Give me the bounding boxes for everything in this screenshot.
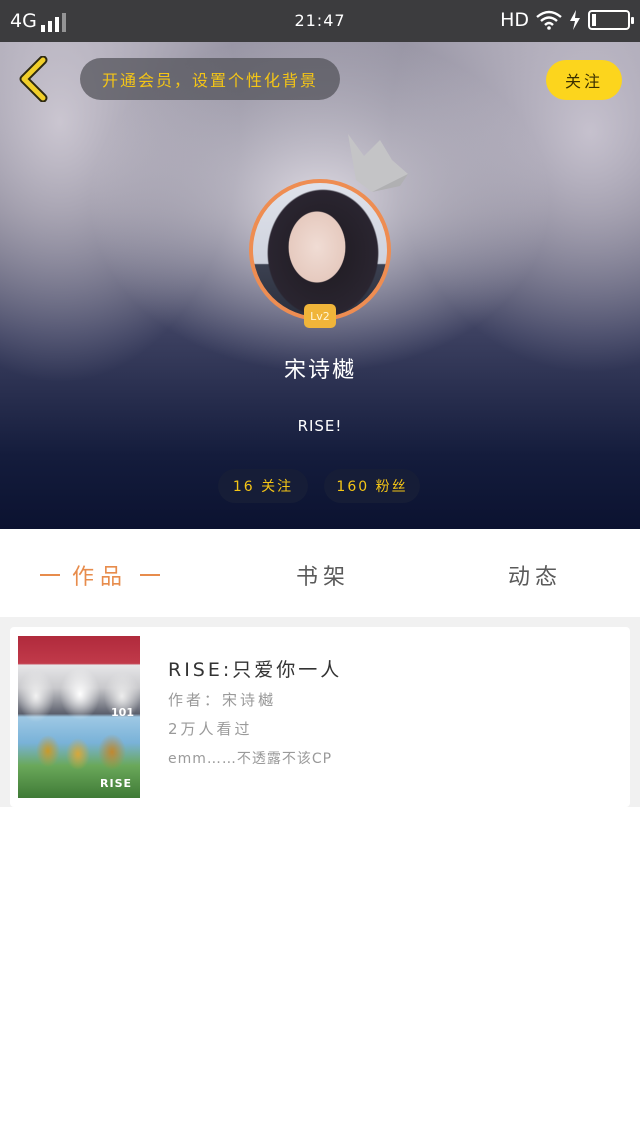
tab-active-indicator-left: [40, 574, 60, 576]
level-badge: Lv2: [304, 304, 336, 328]
fans-count-button[interactable]: 160 粉丝: [324, 469, 420, 503]
tab-activity[interactable]: 动态: [508, 559, 562, 591]
back-button[interactable]: [16, 55, 56, 103]
work-card[interactable]: 101 RISE RISE:只爱你一人 作者：宋诗樾 2万人看过 emm……不透…: [10, 627, 630, 807]
battery-icon: [588, 10, 634, 30]
work-summary: emm……不透露不该CP: [168, 751, 333, 767]
battery-level: [592, 14, 596, 26]
tab-works[interactable]: 作品: [40, 559, 174, 591]
tab-works-label: 作品: [72, 565, 129, 590]
profile-header: 开通会员，设置个性化背景 关注 Lv2 宋诗樾 RISE! 16 关注 160 …: [0, 42, 640, 529]
username: 宋诗樾: [283, 358, 356, 383]
following-count-button[interactable]: 16 关注: [218, 469, 308, 503]
status-bar: 4G 21:47 HD: [0, 0, 640, 42]
tab-bookshelf[interactable]: 书架: [296, 559, 350, 591]
follow-button[interactable]: 关注: [546, 60, 622, 100]
work-author: 作者：宋诗樾: [168, 691, 277, 709]
tab-active-indicator-right: [140, 574, 161, 576]
profile-tabs: 作品 书架 动态: [0, 529, 640, 617]
work-views: 2万人看过: [168, 720, 253, 738]
cover-tag: 101: [111, 706, 134, 719]
crown-icon: [348, 134, 408, 192]
hd-label: HD: [500, 9, 529, 31]
work-cover-image[interactable]: 101 RISE: [18, 636, 140, 798]
wifi-icon: [536, 10, 562, 30]
vip-banner[interactable]: 开通会员，设置个性化背景: [80, 58, 340, 100]
signature: RISE!: [297, 417, 343, 435]
status-icons: HD: [500, 9, 634, 31]
chevron-left-icon: [19, 55, 48, 103]
cover-label: RISE: [100, 777, 132, 790]
avatar[interactable]: [249, 179, 391, 321]
charging-icon: [570, 10, 580, 30]
works-list: 101 RISE RISE:只爱你一人 作者：宋诗樾 2万人看过 emm……不透…: [0, 617, 640, 1138]
work-title[interactable]: RISE:只爱你一人: [168, 655, 342, 682]
